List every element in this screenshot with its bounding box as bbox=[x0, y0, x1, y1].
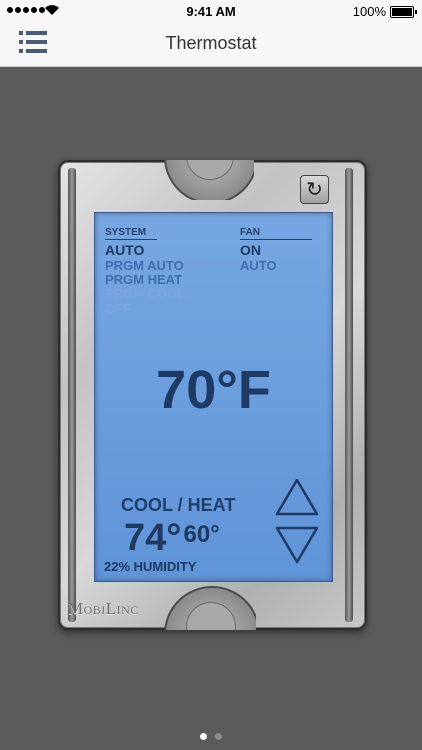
fan-label: FAN bbox=[240, 227, 312, 240]
setpoint-display: 74°60° bbox=[124, 517, 220, 560]
humidity-readout: 22% HUMIDITY bbox=[104, 559, 197, 574]
right-rail bbox=[345, 168, 353, 622]
top-bar: 9:41 AM 100% Thermostat bbox=[0, 0, 422, 67]
cool-setpoint[interactable]: 74° bbox=[124, 517, 181, 559]
fan-option-on[interactable]: ON bbox=[240, 242, 261, 258]
fan-option-auto[interactable]: AUTO bbox=[240, 258, 277, 273]
page-dot-2[interactable] bbox=[215, 733, 222, 740]
mode-label[interactable]: COOL / HEAT bbox=[121, 495, 235, 516]
brand-logo: MobiLinc bbox=[68, 599, 139, 618]
arrow-down-icon[interactable] bbox=[273, 524, 321, 566]
status-bar: 9:41 AM 100% bbox=[0, 0, 422, 22]
system-option-prgm-heat[interactable]: PRGM HEAT bbox=[105, 272, 182, 287]
thermostat-device: ↻ MobiLinc SYSTEM AUTO PRGM AUTO PRGM HE… bbox=[58, 160, 367, 630]
system-option-prgm-cool[interactable]: PRGM COOL bbox=[105, 286, 185, 301]
bottom-knob bbox=[164, 586, 256, 630]
battery-percent: 100% bbox=[352, 4, 386, 19]
top-knob bbox=[164, 160, 254, 200]
arrow-up-icon[interactable] bbox=[273, 476, 321, 518]
page-indicator[interactable] bbox=[0, 733, 422, 740]
system-label: SYSTEM bbox=[105, 227, 157, 240]
battery-icon bbox=[390, 6, 417, 18]
heat-setpoint[interactable]: 60° bbox=[183, 521, 219, 548]
system-option-off[interactable]: OFF bbox=[105, 301, 131, 316]
left-rail bbox=[68, 168, 76, 622]
lcd-screen: SYSTEM AUTO PRGM AUTO PRGM HEAT PRGM COO… bbox=[94, 212, 333, 582]
system-option-auto[interactable]: AUTO bbox=[105, 242, 144, 258]
page-title: Thermostat bbox=[165, 33, 257, 53]
current-temperature: 70°F bbox=[156, 360, 271, 420]
refresh-button[interactable]: ↻ bbox=[300, 175, 329, 204]
refresh-icon: ↻ bbox=[306, 179, 323, 201]
page-dot-1[interactable] bbox=[200, 733, 207, 740]
system-option-prgm-auto[interactable]: PRGM AUTO bbox=[105, 258, 184, 273]
